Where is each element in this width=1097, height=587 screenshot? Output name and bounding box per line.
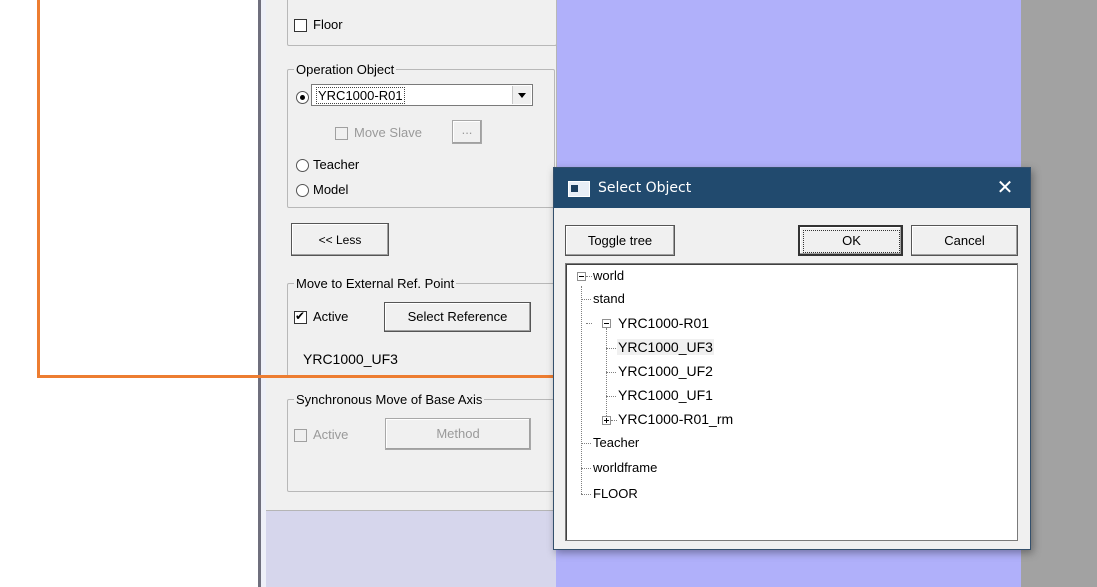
viewport-lower-strip (266, 511, 556, 587)
tree-node-uf1[interactable]: YRC1000_UF1 (618, 387, 713, 403)
floor-label: Floor (313, 17, 343, 32)
robot-radio[interactable] (296, 91, 309, 104)
tree-node-stand[interactable]: stand (593, 291, 625, 306)
control-panel: Floor Operation Object YRC1000-R01 Move … (266, 0, 557, 511)
tree-node-world[interactable]: world (593, 268, 624, 283)
window-icon (568, 181, 590, 197)
tree-node-uf2[interactable]: YRC1000_UF2 (618, 363, 713, 379)
move-slave-label: Move Slave (354, 125, 422, 140)
tree-node-teacher[interactable]: Teacher (593, 435, 639, 450)
external-ref-active-label: Active (313, 309, 349, 324)
teacher-radio[interactable] (296, 159, 309, 172)
tree-node-uf3[interactable]: YRC1000_UF3 (617, 339, 714, 355)
model-radio[interactable] (296, 184, 309, 197)
move-slave-checkbox[interactable] (335, 127, 348, 140)
close-icon[interactable]: ✕ (992, 176, 1018, 200)
select-object-dialog: Select Object ✕ Toggle tree OK Cancel wo… (553, 167, 1031, 550)
tree-node-floor[interactable]: FLOOR (593, 486, 638, 501)
model-label: Model (313, 182, 349, 197)
teacher-label: Teacher (313, 157, 360, 172)
dialog-title: Select Object (598, 180, 692, 196)
less-button-label: << Less (318, 233, 362, 247)
sync-move-active-label: Active (313, 427, 349, 442)
reference-value: YRC1000_UF3 (303, 351, 398, 367)
callout-line-horizontal (37, 375, 618, 378)
sync-move-active-checkbox[interactable] (294, 429, 307, 442)
method-button[interactable]: Method (385, 418, 531, 450)
toggle-tree-button[interactable]: Toggle tree (565, 225, 675, 256)
robot-select[interactable]: YRC1000-R01 (311, 84, 533, 106)
tree-node-worldframe[interactable]: worldframe (593, 460, 657, 475)
tree-node-rm[interactable]: YRC1000-R01_rm (618, 411, 733, 427)
collapse-icon[interactable] (602, 319, 611, 328)
callout-line-vertical (37, 0, 40, 378)
tree-node-robot[interactable]: YRC1000-R01 (618, 315, 709, 331)
cancel-button[interactable]: Cancel (911, 225, 1018, 256)
floor-checkbox[interactable] (294, 19, 307, 32)
robot-select-value: YRC1000-R01 (316, 87, 405, 104)
collapse-icon[interactable] (577, 272, 586, 281)
less-button[interactable]: << Less (291, 223, 389, 256)
external-ref-legend: Move to External Ref. Point (296, 276, 455, 291)
select-reference-button[interactable]: Select Reference (384, 302, 531, 332)
viewport-margin (1021, 0, 1097, 587)
ok-button[interactable]: OK (798, 225, 903, 256)
dropdown-arrow-icon[interactable] (512, 86, 531, 104)
external-ref-active-checkbox[interactable]: ✔ (294, 309, 307, 324)
sync-move-legend: Synchronous Move of Base Axis (296, 392, 483, 407)
expand-icon[interactable] (602, 416, 611, 425)
operation-object-legend: Operation Object (296, 62, 395, 77)
ok-button-label: OK (803, 230, 900, 253)
object-tree[interactable]: world stand YRC1000-R01 YRC1000_UF3 YRC1… (565, 263, 1018, 541)
move-slave-options-button[interactable]: ... (452, 120, 482, 144)
dialog-title-bar[interactable]: Select Object ✕ (554, 168, 1030, 208)
